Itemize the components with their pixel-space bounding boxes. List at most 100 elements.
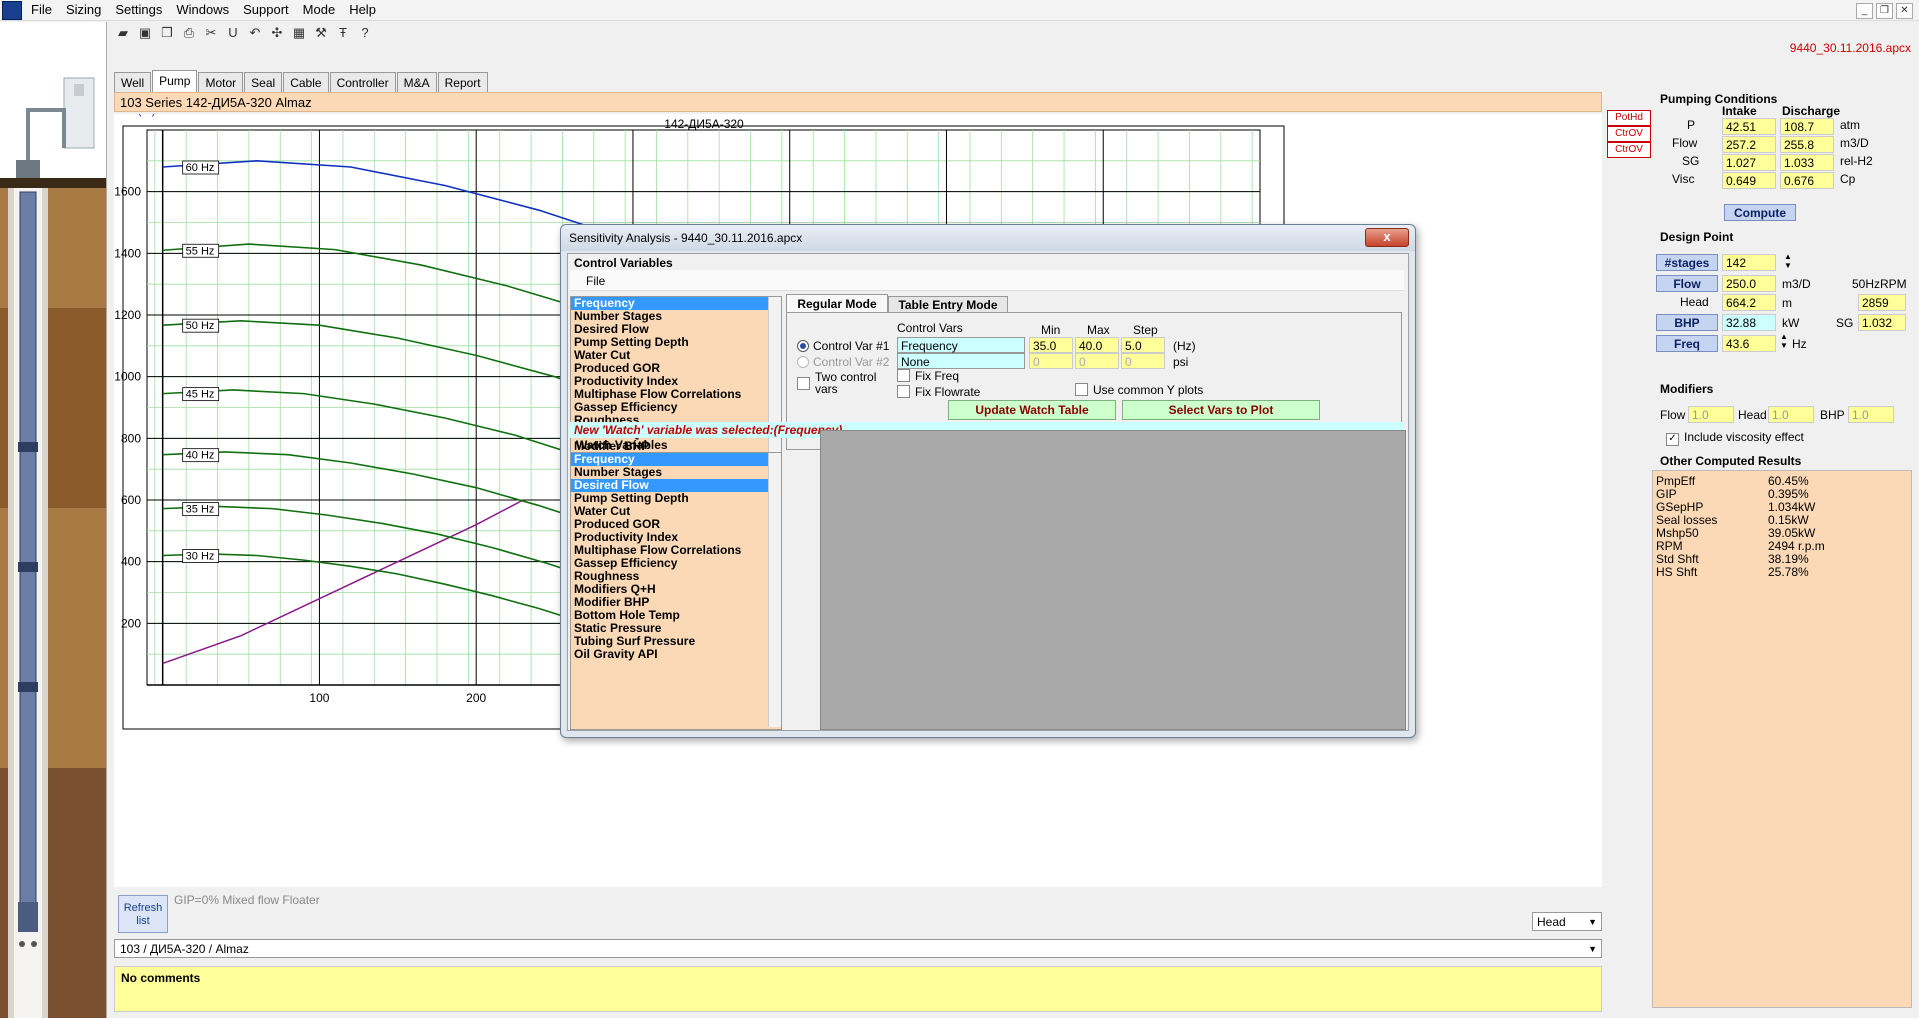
pc-discharge-1[interactable]: 255.8 — [1780, 136, 1834, 153]
fix-flowrate-checkbox[interactable] — [897, 385, 910, 401]
watch-list-scrollbar[interactable] — [768, 453, 781, 727]
freq-button[interactable]: Freq — [1656, 335, 1718, 352]
stages-button[interactable]: #stages — [1656, 254, 1718, 271]
open-folder-icon[interactable]: ▰ — [115, 25, 131, 41]
tab-well[interactable]: Well — [114, 72, 152, 93]
cv2-min-input[interactable]: 0 — [1029, 353, 1073, 369]
tab-pump[interactable]: Pump — [152, 70, 198, 93]
cv2-step-input[interactable]: 0 — [1121, 353, 1165, 369]
menu-settings[interactable]: Settings — [108, 0, 169, 20]
chart-icon[interactable]: ▦ — [291, 25, 307, 41]
cv1-max-input[interactable]: 40.0 — [1075, 337, 1119, 353]
sg-value[interactable]: 1.032 — [1858, 314, 1906, 331]
control-var1-select[interactable]: Frequency — [897, 337, 1025, 353]
mod-flow-label: Flow — [1660, 408, 1686, 422]
list-item[interactable]: Oil Gravity API — [571, 648, 781, 661]
tab-ma[interactable]: M&A — [396, 72, 437, 93]
tab-controller[interactable]: Controller — [329, 72, 396, 93]
pc-discharge-2[interactable]: 1.033 — [1780, 154, 1834, 171]
tab-motor[interactable]: Motor — [198, 72, 244, 93]
save-icon[interactable]: ▣ — [137, 25, 153, 41]
watch-variables-list[interactable]: Frequency Number Stages Desired Flow Pump S… — [570, 452, 782, 730]
undo-icon[interactable]: ↶ — [247, 25, 263, 41]
mod-bhp-input[interactable]: 1.0 — [1848, 406, 1894, 423]
cv2-max-input[interactable]: 0 — [1075, 353, 1119, 369]
common-y-checkbox[interactable] — [1075, 383, 1088, 399]
file-name: 9440_30.11.2016.apcx — [1789, 41, 1911, 55]
menu-support[interactable]: Support — [236, 0, 296, 20]
pc-discharge-0[interactable]: 108.7 — [1780, 118, 1834, 135]
compute-button[interactable]: Compute — [1724, 204, 1796, 221]
freq-input[interactable]: 43.6 — [1722, 335, 1776, 352]
pumping-conditions-title: Pumping Conditions — [1660, 92, 1778, 106]
head-select[interactable]: Head ▼ — [1532, 912, 1602, 931]
minimize-icon[interactable]: _ — [1856, 3, 1873, 19]
control-var1-radio[interactable] — [797, 340, 809, 352]
discharge-header: Discharge — [1782, 104, 1841, 118]
cut-icon[interactable]: ✂ — [203, 25, 219, 41]
pump-title: 103 Series 142-ДИ5А-320 Almaz — [114, 92, 1602, 112]
tab-report[interactable]: Report — [437, 72, 488, 93]
bhp-button[interactable]: BHP — [1656, 314, 1718, 331]
rpm-value[interactable]: 2859 — [1858, 294, 1906, 311]
cv1-min-input[interactable]: 35.0 — [1029, 337, 1073, 353]
menu-sizing[interactable]: Sizing — [59, 0, 108, 20]
menu-help[interactable]: Help — [342, 0, 383, 20]
stages-spinner[interactable]: ▲ ▼ — [1784, 252, 1792, 270]
close-icon[interactable]: ✕ — [1896, 3, 1913, 19]
comments-box[interactable]: No comments — [114, 966, 1602, 1012]
head-select-value: Head — [1537, 915, 1566, 929]
select-vars-to-plot-button[interactable]: Select Vars to Plot — [1122, 400, 1320, 420]
target-icon[interactable]: ✣ — [269, 25, 285, 41]
wrench-icon[interactable]: ⚒ — [313, 25, 329, 41]
control-list-scrollbar[interactable] — [768, 297, 781, 463]
tab-cable[interactable]: Cable — [283, 72, 329, 93]
step-header: Step — [1133, 323, 1158, 337]
pc-discharge-3[interactable]: 0.676 — [1780, 172, 1834, 189]
tab-seal[interactable]: Seal — [244, 72, 283, 93]
two-control-checkbox[interactable] — [797, 377, 810, 393]
result-value: 0.395% — [1768, 487, 1809, 501]
restore-icon[interactable]: ❐ — [1876, 3, 1893, 19]
stages-input[interactable]: 142 — [1722, 254, 1776, 271]
dialog-file-menu[interactable]: File — [586, 274, 605, 288]
update-watch-table-button[interactable]: Update Watch Table — [948, 400, 1116, 420]
flow-button[interactable]: Flow — [1656, 275, 1718, 292]
menu-windows[interactable]: Windows — [169, 0, 236, 20]
menu-mode[interactable]: Mode — [296, 0, 343, 20]
pothd-button[interactable]: PotHd — [1607, 110, 1651, 126]
pc-intake-0[interactable]: 42.51 — [1722, 118, 1776, 135]
fix-freq-label: Fix Freq — [915, 369, 960, 383]
tab-regular-mode[interactable]: Regular Mode — [786, 294, 888, 313]
viscosity-checkbox[interactable]: ✓ — [1666, 430, 1679, 446]
ctrov-button-1[interactable]: CtrOV — [1607, 126, 1651, 142]
head-input[interactable]: 664.2 — [1722, 294, 1776, 311]
flow-input[interactable]: 250.0 — [1722, 275, 1776, 292]
mod-head-input[interactable]: 1.0 — [1768, 406, 1814, 423]
control-var2-radio[interactable] — [797, 356, 809, 368]
result-key: HS Shft — [1656, 565, 1698, 579]
pc-intake-3[interactable]: 0.649 — [1722, 172, 1776, 189]
copy-icon[interactable]: ❐ — [159, 25, 175, 41]
refresh-list-button[interactable]: Refresh list — [118, 895, 168, 933]
cv1-step-input[interactable]: 5.0 — [1121, 337, 1165, 353]
menu-file[interactable]: File — [24, 0, 59, 20]
pc-intake-1[interactable]: 257.2 — [1722, 136, 1776, 153]
help-icon[interactable]: ? — [357, 25, 373, 41]
tab-table-entry-mode[interactable]: Table Entry Mode — [888, 296, 1008, 313]
print-icon[interactable]: ⎙ — [181, 25, 197, 41]
y-axis-label: HEAD (m) — [114, 114, 156, 117]
fix-freq-checkbox[interactable] — [897, 369, 910, 385]
pump-select[interactable]: 103 / ДИ5А-320 / Almaz ▼ — [114, 939, 1602, 958]
pump-icon[interactable]: Ŧ — [335, 25, 351, 41]
control-var2-select[interactable]: None — [897, 353, 1025, 369]
ctrov-button-2[interactable]: CtrOV — [1607, 142, 1651, 158]
freq-spinner[interactable]: ▲ ▼ — [1780, 332, 1788, 350]
bhp-input[interactable]: 32.88 — [1722, 314, 1776, 331]
pc-intake-2[interactable]: 1.027 — [1722, 154, 1776, 171]
u-icon[interactable]: U — [225, 25, 241, 41]
control-var2-label: Control Var #2 — [813, 355, 890, 369]
y-tick-label: 1200 — [114, 308, 141, 322]
mod-flow-input[interactable]: 1.0 — [1688, 406, 1734, 423]
dialog-close-button[interactable]: x — [1365, 228, 1409, 247]
